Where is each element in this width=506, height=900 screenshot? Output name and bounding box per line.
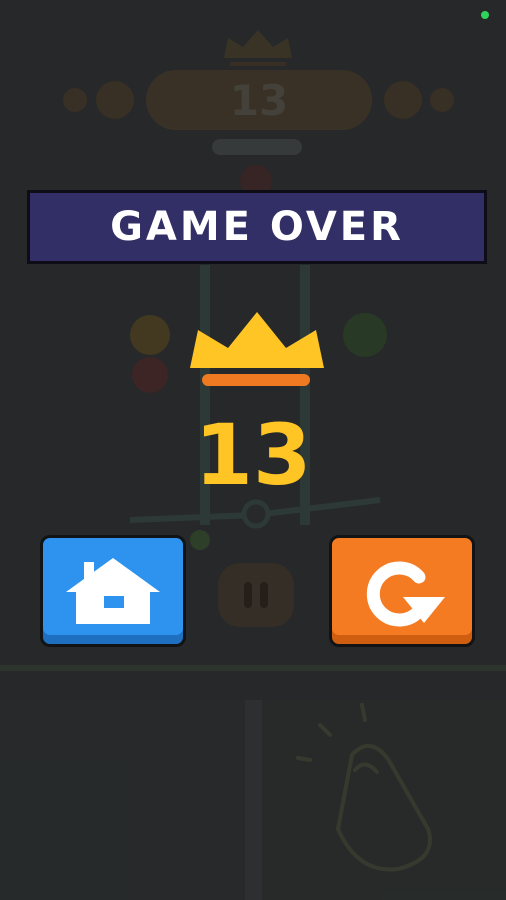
pause-bar-left xyxy=(244,582,252,608)
background-score: 13 xyxy=(229,75,289,125)
background-pause-button xyxy=(218,563,294,627)
home-button[interactable] xyxy=(40,535,186,647)
final-score: 13 xyxy=(194,406,312,504)
home-icon xyxy=(66,558,160,624)
pause-bar-right xyxy=(260,582,268,608)
replay-icon xyxy=(366,561,445,627)
game-over-title: GAME OVER xyxy=(110,204,404,250)
status-indicator-dot xyxy=(481,11,489,19)
crown-icon xyxy=(190,312,324,386)
background-score-pill: 13 xyxy=(146,70,372,130)
replay-button[interactable] xyxy=(329,535,475,647)
game-over-banner: GAME OVER xyxy=(27,190,487,264)
background-progress-pill xyxy=(212,139,302,155)
